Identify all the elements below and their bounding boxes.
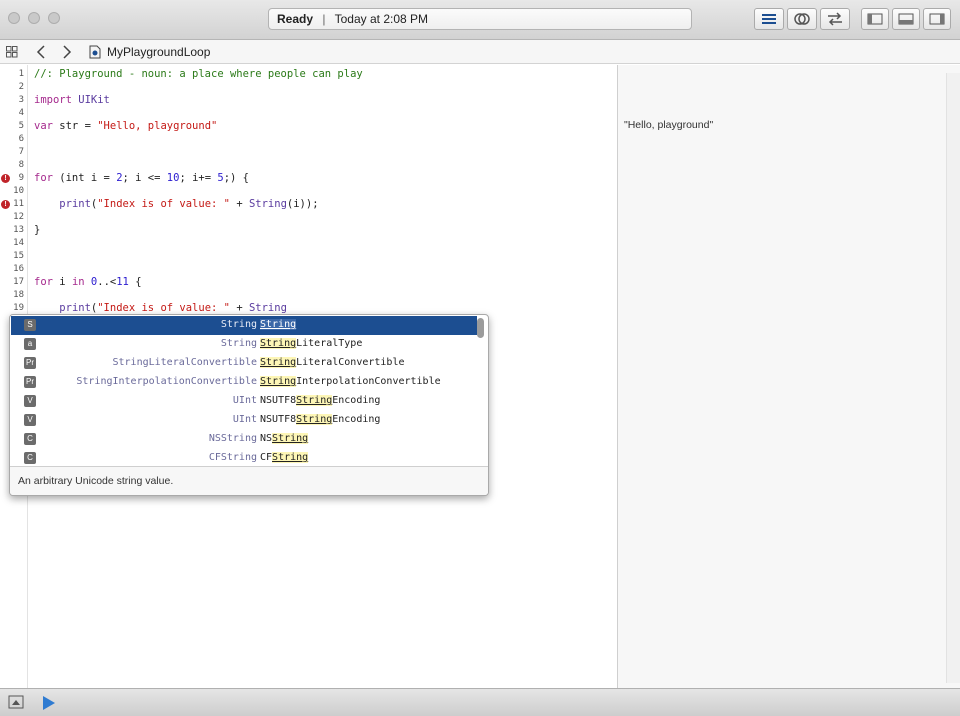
close-window-button[interactable] <box>8 12 20 24</box>
completion-return-type: StringInterpolationConvertible <box>76 376 257 387</box>
assistant-editor-icon <box>794 13 810 25</box>
symbol-kind-icon: C <box>24 433 36 445</box>
symbol-kind-icon: S <box>24 319 36 331</box>
error-marker-icon[interactable]: ! <box>1 200 10 209</box>
line-number: 2 <box>18 82 24 92</box>
error-marker-icon[interactable]: ! <box>1 174 10 183</box>
build-status: Ready <box>277 12 314 26</box>
completion-item[interactable]: Pr StringInterpolationConvertible StringIn… <box>11 373 477 392</box>
line-number: 12 <box>13 212 24 222</box>
jumpbar-filename[interactable]: MyPlaygroundLoop <box>107 45 210 59</box>
line-number: 19 <box>13 303 24 313</box>
assistant-editor-button[interactable] <box>787 8 817 30</box>
completion-item[interactable]: Pr StringLiteralConvertible StringLiteralC… <box>11 354 477 373</box>
line-number: 3 <box>18 95 24 105</box>
line-number: 17 <box>13 277 24 287</box>
execute-playground-icon[interactable] <box>40 695 56 711</box>
code-line[interactable]: print("Index is of value: " + String <box>34 302 287 314</box>
bottom-bar <box>0 688 960 716</box>
completion-item[interactable]: a String StringLiteralType <box>11 335 477 354</box>
toggle-utilities-button[interactable] <box>923 8 951 30</box>
toggle-debug-area-button[interactable] <box>892 8 920 30</box>
toggle-navigator-button[interactable] <box>861 8 889 30</box>
line-number: 16 <box>13 264 24 274</box>
completion-return-type: StringLiteralConvertible <box>112 357 258 368</box>
line-number: 13 <box>13 225 24 235</box>
code-line[interactable]: } <box>34 224 40 236</box>
completion-item[interactable]: C NSString NSString <box>11 430 477 449</box>
completion-item[interactable]: V UInt NSUTF8StringEncoding <box>11 392 477 411</box>
completion-scrollbar[interactable] <box>477 318 484 338</box>
completion-name: NSUTF8StringEncoding <box>260 414 381 425</box>
symbol-kind-icon: a <box>24 338 36 350</box>
utilities-panel-icon <box>929 13 945 25</box>
completion-name: NSString <box>260 433 309 444</box>
completion-name: StringLiteralConvertible <box>260 357 405 368</box>
code-line[interactable]: for i in 0..<11 { <box>34 276 142 288</box>
completion-name: StringInterpolationConvertible <box>260 376 441 387</box>
line-number: 18 <box>13 290 24 300</box>
activity-viewer: Ready | Today at 2:08 PM <box>268 8 692 30</box>
jump-bar: MyPlaygroundLoop <box>0 40 960 64</box>
completion-return-type: CFString <box>208 452 257 463</box>
code-line[interactable]: print("Index is of value: " + String(i))… <box>34 198 318 210</box>
line-number: 4 <box>18 108 24 118</box>
zoom-window-button[interactable] <box>48 12 60 24</box>
debug-panel-icon <box>898 13 914 25</box>
results-sidebar: "Hello, playground" <box>617 65 960 688</box>
code-line[interactable]: var str = "Hello, playground" <box>34 120 217 132</box>
show-debug-area-icon[interactable] <box>8 695 24 709</box>
minimize-window-button[interactable] <box>28 12 40 24</box>
completion-name: String <box>260 319 297 330</box>
completion-return-type: NSString <box>208 433 257 444</box>
completion-return-type: UInt <box>232 414 257 425</box>
completion-name: CFString <box>260 452 309 463</box>
result-line-5[interactable]: "Hello, playground" <box>624 119 713 131</box>
line-number: 5 <box>18 121 24 131</box>
completion-name: NSUTF8StringEncoding <box>260 395 381 406</box>
version-editor-button[interactable] <box>820 8 850 30</box>
forward-arrow-icon[interactable] <box>62 45 72 59</box>
standard-editor-button[interactable] <box>754 8 784 30</box>
playground-file-icon <box>89 45 101 59</box>
code-completion-popup: S String String a String StringLiteralType Pr S… <box>9 314 489 496</box>
navigator-panel-icon <box>867 13 883 25</box>
completion-return-type: String <box>220 319 257 330</box>
line-number: 8 <box>18 160 24 170</box>
version-editor-icon <box>828 12 842 26</box>
related-items-icon[interactable] <box>6 46 18 58</box>
status-time: Today at 2:08 PM <box>334 12 429 26</box>
line-number: 15 <box>13 251 24 261</box>
code-line[interactable]: //: Playground - noun: a place where peo… <box>34 68 363 80</box>
completion-return-type: UInt <box>232 395 257 406</box>
results-scrollbar[interactable] <box>946 73 960 683</box>
code-line[interactable]: import UIKit <box>34 94 110 106</box>
completion-description: An arbitrary Unicode string value. <box>10 466 488 495</box>
symbol-kind-icon: Pr <box>24 357 36 369</box>
symbol-kind-icon: V <box>24 414 36 426</box>
status-separator: | <box>322 12 326 26</box>
line-number: 14 <box>13 238 24 248</box>
symbol-kind-icon: Pr <box>24 376 36 388</box>
standard-editor-icon <box>762 14 776 24</box>
back-arrow-icon[interactable] <box>36 45 46 59</box>
window-toolbar: Ready | Today at 2:08 PM <box>0 0 960 40</box>
completion-item[interactable]: V UInt NSUTF8StringEncoding <box>11 411 477 430</box>
symbol-kind-icon: C <box>24 452 36 464</box>
completion-item[interactable]: S String String <box>11 316 477 335</box>
xcode-playground-window: Ready | Today at 2:08 PM MyPlaygroundLoo… <box>0 0 960 716</box>
line-number: 7 <box>18 147 24 157</box>
line-number: 6 <box>18 134 24 144</box>
line-number: 10 <box>13 186 24 196</box>
completion-return-type: String <box>220 338 257 349</box>
code-line[interactable]: for (int i = 2; i <= 10; i+= 5;) { <box>34 172 249 184</box>
completion-name: StringLiteralType <box>260 338 363 349</box>
line-number: 1 <box>18 69 24 79</box>
symbol-kind-icon: V <box>24 395 36 407</box>
